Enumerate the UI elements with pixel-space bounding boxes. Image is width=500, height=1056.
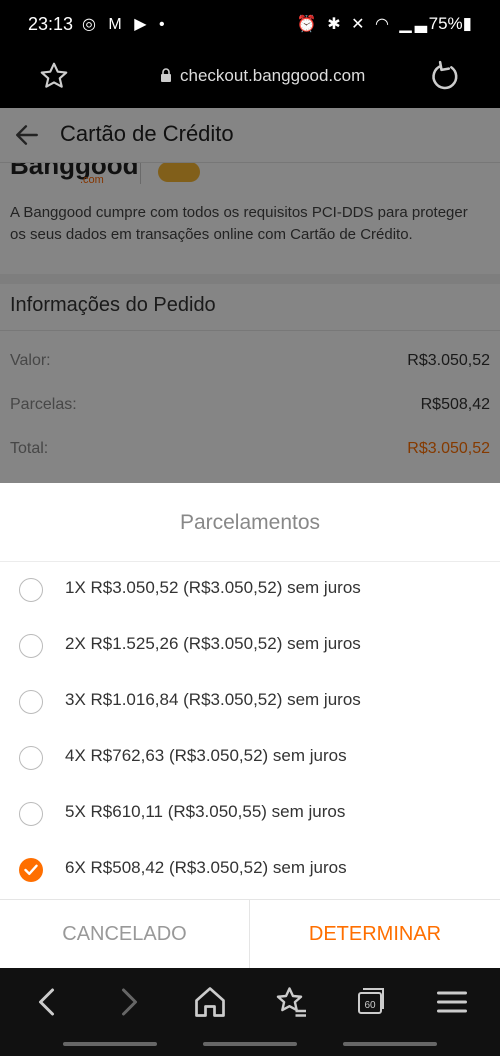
confirm-button[interactable]: DETERMINAR (250, 900, 500, 968)
tab-count: 60 (364, 1000, 376, 1011)
status-bar: 23:13 ◎ M ▶ • ⏰ ✱ ✕ ◠ ▁▃ 75%▮ (0, 0, 500, 50)
radio-button[interactable] (19, 746, 43, 770)
bookmarks-icon[interactable] (273, 984, 309, 1020)
installment-option-label: 6X R$508,42 (R$3.050,52) sem juros (65, 858, 347, 877)
radio-button[interactable] (19, 578, 43, 602)
signal-icon: ▁▃ (399, 16, 430, 33)
battery-level: 75%▮ (429, 14, 472, 34)
reload-icon[interactable] (428, 60, 462, 94)
instagram-icon: ◎ (82, 16, 100, 33)
radio-button[interactable] (19, 690, 43, 714)
installment-option[interactable]: 1X R$3.050,52 (R$3.050,52) sem juros (0, 563, 500, 619)
bookmark-star-icon[interactable] (38, 60, 70, 92)
installment-option-label: 5X R$610,11 (R$3.050,55) sem juros (65, 802, 346, 821)
installments-sheet: Parcelamentos 1X R$3.050,52 (R$3.050,52)… (0, 483, 500, 968)
browser-nav-bar: 60 (0, 968, 500, 1056)
mute-icon: ✕ (351, 16, 368, 33)
battery-icon: ▮ (462, 14, 472, 33)
youtube-icon: ▶ (134, 16, 151, 33)
url-field[interactable]: checkout.banggood.com (160, 66, 365, 86)
checkmark-icon (24, 864, 38, 875)
installment-option[interactable]: 5X R$610,11 (R$3.050,55) sem juros (0, 787, 500, 843)
radio-button[interactable] (19, 802, 43, 826)
installment-option-label: 3X R$1.016,84 (R$3.050,52) sem juros (65, 690, 361, 709)
installment-option[interactable]: 2X R$1.525,26 (R$3.050,52) sem juros (0, 619, 500, 675)
alarm-icon: ⏰ (296, 16, 320, 33)
menu-icon[interactable] (434, 984, 470, 1020)
installment-option-label: 4X R$762,63 (R$3.050,52) sem juros (65, 746, 347, 765)
gesture-bar (343, 1042, 437, 1046)
cancel-button[interactable]: CANCELADO (0, 900, 249, 968)
browser-url-bar: checkout.banggood.com (0, 50, 500, 108)
dot-icon: • (158, 16, 169, 33)
installment-option-selected[interactable]: 6X R$508,42 (R$3.050,52) sem juros (0, 843, 500, 899)
installment-option-label: 1X R$3.050,52 (R$3.050,52) sem juros (65, 578, 361, 597)
installment-option[interactable]: 4X R$762,63 (R$3.050,52) sem juros (0, 731, 500, 787)
gesture-bar (63, 1042, 157, 1046)
system-icons: ⏰ ✱ ✕ ◠ ▁▃ (297, 14, 430, 34)
home-icon[interactable] (192, 984, 228, 1020)
back-icon[interactable] (30, 984, 66, 1020)
sheet-title: Parcelamentos (179, 511, 321, 534)
radio-button[interactable] (19, 634, 43, 658)
tabs-icon[interactable]: 60 (352, 984, 388, 1020)
page-viewport: Cartão de Crédito Banggood .com A Banggo… (0, 108, 500, 968)
battery-text: 75% (428, 14, 463, 33)
wifi-icon: ◠ (374, 16, 392, 33)
bluetooth-icon: ✱ (327, 16, 344, 33)
divider (0, 561, 500, 562)
lock-icon (161, 68, 171, 82)
sheet-actions: CANCELADO DETERMINAR (0, 899, 500, 968)
radio-button-checked[interactable] (19, 858, 43, 882)
modal-overlay[interactable] (0, 108, 500, 483)
status-time: 23:13 (28, 14, 74, 34)
forward-icon[interactable] (110, 984, 146, 1020)
gesture-bar (203, 1042, 297, 1046)
installment-option-label: 2X R$1.525,26 (R$3.050,52) sem juros (65, 634, 361, 653)
url-text: checkout.banggood.com (180, 66, 366, 85)
installment-option[interactable]: 3X R$1.016,84 (R$3.050,52) sem juros (0, 675, 500, 731)
gmail-icon: M (108, 16, 126, 33)
notification-icons: ◎ M ▶ • (82, 14, 169, 34)
